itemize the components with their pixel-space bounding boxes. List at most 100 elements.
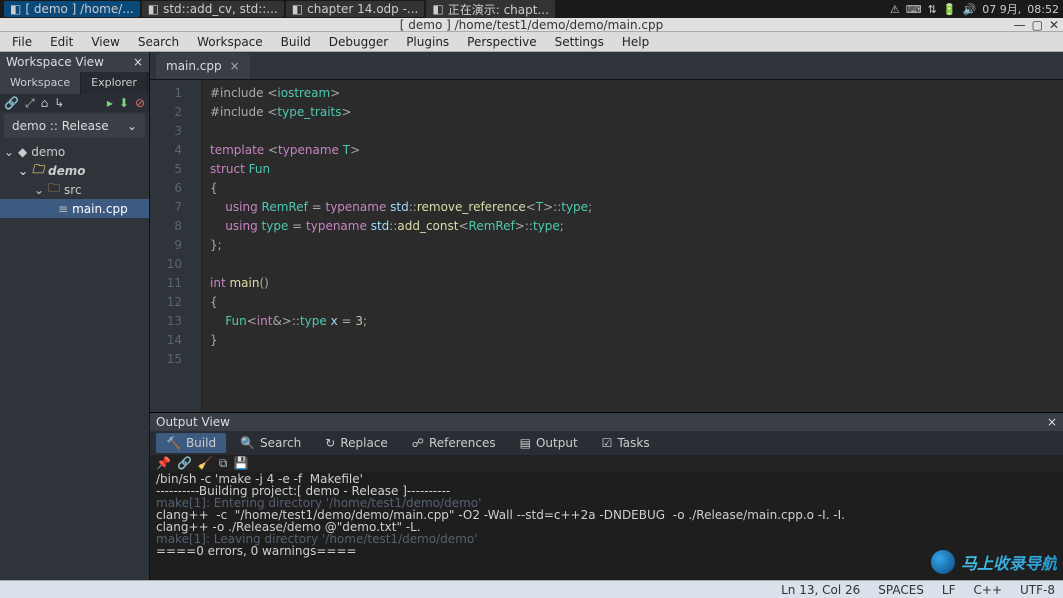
output-panel-title-text: Output View (156, 415, 230, 429)
output-tab-label: Tasks (617, 436, 649, 450)
output-tab-label: References (429, 436, 496, 450)
tasks-icon: ☑ (602, 436, 613, 450)
tree-file-label: main.cpp (72, 202, 128, 216)
clear-icon[interactable]: 🧹 (198, 456, 213, 470)
status-language[interactable]: C++ (974, 583, 1003, 597)
menu-settings[interactable]: Settings (547, 33, 612, 51)
editor-tab-close-icon[interactable]: × (230, 59, 240, 73)
output-tabs: 🔨Build🔍Search ↻ Replace ☍ References ▤ Output ☑… (150, 431, 1063, 455)
menu-perspective[interactable]: Perspective (459, 33, 545, 51)
tree-src-label: src (64, 183, 82, 197)
home-icon[interactable]: ⌂ (41, 96, 49, 110)
project-tree[interactable]: ⌄◆ demo ⌄🗀 demo ⌄🗀 src ≡ main.cpp (0, 140, 149, 580)
replace-icon: ↻ (325, 436, 335, 450)
editor-tab-label: main.cpp (166, 59, 222, 73)
goto-icon[interactable]: ↳ (54, 96, 64, 110)
link-icon[interactable]: 🔗 (177, 456, 192, 470)
workspace-panel-title-text: Workspace View (6, 55, 104, 69)
status-indent[interactable]: SPACES (878, 583, 924, 597)
volume-icon: 🔊 (963, 3, 977, 16)
window-titlebar: [ demo ] /home/test1/demo/demo/main.cpp … (0, 18, 1063, 32)
workspace-panel-title: Workspace View × (0, 52, 149, 72)
pin-icon[interactable]: 📌 (156, 456, 171, 470)
output-tab-search[interactable]: 🔍Search (230, 433, 311, 453)
code-content[interactable]: #include <iostream>#include <type_traits… (202, 80, 1063, 412)
workspace-panel-close-icon[interactable]: × (133, 55, 143, 69)
menu-help[interactable]: Help (614, 33, 657, 51)
link-icon[interactable]: 🔗 (4, 96, 19, 110)
taskbar-app[interactable]: ◧ std::add_cv, std::... (142, 1, 284, 17)
menu-edit[interactable]: Edit (42, 33, 81, 51)
taskbar-app-label: std::add_cv, std::... (163, 2, 278, 16)
app-icon: ◧ (432, 2, 443, 16)
chevron-down-icon: ⌄ (127, 119, 137, 133)
taskbar-apps: ◧ [ demo ] /home/... ◧ std::add_cv, std::..… (4, 0, 890, 19)
workspace-tab-explorer[interactable]: Explorer (81, 72, 148, 94)
status-eol[interactable]: LF (942, 583, 956, 597)
menu-plugins[interactable]: Plugins (398, 33, 457, 51)
menu-file[interactable]: File (4, 33, 40, 51)
maximize-button[interactable]: ▢ (1032, 18, 1043, 32)
taskbar-app[interactable]: ◧ [ demo ] /home/... (4, 1, 140, 17)
taskbar-app-label: [ demo ] /home/... (25, 2, 133, 16)
taskbar-app-label: 正在演示: chapt... (448, 1, 549, 18)
menubar: FileEditViewSearchWorkspaceBuildDebugger… (0, 32, 1063, 52)
tray-time: 08:52 (1027, 3, 1059, 16)
editor-tab-main-cpp[interactable]: main.cpp × (156, 53, 250, 79)
copy-icon[interactable]: ⧉ (219, 456, 228, 471)
app-icon: ◧ (148, 2, 159, 16)
battery-icon: 🔋 (943, 3, 957, 16)
taskbar-app[interactable]: ◧ chapter 14.odp -... (286, 1, 425, 17)
workspace-tabs: WorkspaceExplorer (0, 72, 149, 94)
workspace-panel: Workspace View × WorkspaceExplorer 🔗 ⤢ ⌂… (0, 52, 150, 580)
output-tab-label: Replace (340, 436, 387, 450)
status-bar: Ln 13, Col 26 SPACES LF C++ UTF-8 (0, 580, 1063, 598)
menu-workspace[interactable]: Workspace (189, 33, 271, 51)
build-icon[interactable]: ⬇ (119, 96, 129, 110)
output-tab-label: Build (186, 436, 216, 450)
output-tab-replace[interactable]: ↻ Replace (315, 433, 398, 453)
keyboard-icon: ⌨ (906, 3, 922, 16)
workspace-tab-workspace[interactable]: Workspace (0, 72, 81, 94)
taskbar-app-label: chapter 14.odp -... (307, 2, 418, 16)
run-icon[interactable]: ▸ (107, 96, 113, 110)
status-cursor-pos: Ln 13, Col 26 (781, 583, 860, 597)
code-editor[interactable]: 123456789101112131415 #include <iostream… (150, 80, 1063, 412)
tree-project[interactable]: ⌄🗀 demo (0, 161, 149, 180)
output-tab-label: Output (536, 436, 578, 450)
tree-folder-src[interactable]: ⌄🗀 src (0, 180, 149, 199)
taskbar-app[interactable]: ◧ 正在演示: chapt... (426, 0, 555, 19)
menu-debugger[interactable]: Debugger (321, 33, 396, 51)
output-tab-output[interactable]: ▤ Output (510, 433, 588, 453)
warning-icon: ⚠ (890, 3, 900, 16)
stop-icon[interactable]: ⊘ (135, 96, 145, 110)
app-icon: ◧ (292, 2, 303, 16)
close-button[interactable]: ✕ (1049, 18, 1059, 32)
network-icon: ⇅ (928, 3, 937, 16)
output-tab-tasks[interactable]: ☑ Tasks (592, 433, 660, 453)
collapse-icon[interactable]: ⤢ (25, 96, 35, 111)
os-taskbar: ◧ [ demo ] /home/... ◧ std::add_cv, std::..… (0, 0, 1063, 18)
output-tab-label: Search (260, 436, 301, 450)
output-icon: ▤ (520, 436, 531, 450)
status-encoding[interactable]: UTF-8 (1020, 583, 1055, 597)
output-body[interactable]: /bin/sh -c 'make -j 4 -e -f Makefile'---… (150, 471, 1063, 580)
build-config-label: demo :: Release (12, 119, 109, 133)
build-config-selector[interactable]: demo :: Release ⌄ (4, 114, 145, 138)
output-tab-references[interactable]: ☍ References (402, 433, 506, 453)
save-icon[interactable]: 💾 (233, 456, 248, 470)
tree-workspace-root[interactable]: ⌄◆ demo (0, 142, 149, 161)
references-icon: ☍ (412, 436, 424, 450)
tree-file-main-cpp[interactable]: ≡ main.cpp (0, 199, 149, 218)
minimize-button[interactable]: — (1014, 18, 1026, 32)
output-panel-close-icon[interactable]: × (1047, 415, 1057, 429)
menu-view[interactable]: View (83, 33, 127, 51)
app-icon: ◧ (10, 2, 21, 16)
fold-gutter (190, 80, 202, 412)
output-tab-build[interactable]: 🔨Build (156, 433, 226, 453)
menu-search[interactable]: Search (130, 33, 187, 51)
tree-root-label: demo (31, 145, 65, 159)
menu-build[interactable]: Build (273, 33, 319, 51)
workspace-toolbar: 🔗 ⤢ ⌂ ↳ ▸ ⬇ ⊘ (0, 94, 149, 112)
line-gutter: 123456789101112131415 (150, 80, 190, 412)
